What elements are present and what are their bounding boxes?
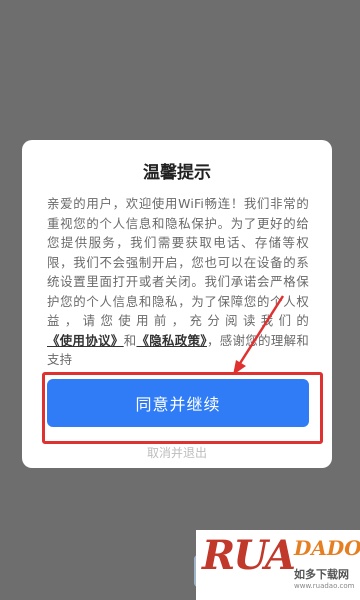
permission-dialog: 温馨提示 亲爱的用户，欢迎使用WiFi畅连！我们非常的重视您的个人信息和隐私保护… xyxy=(22,140,332,468)
privacy-link[interactable]: 《隐私政策》 xyxy=(136,333,206,348)
body-text-part1: 亲爱的用户，欢迎使用WiFi畅连！我们非常的重视您的个人信息和隐私保护。为了更好… xyxy=(47,196,309,328)
terms-link[interactable]: 《使用协议》 xyxy=(47,333,124,348)
cancel-exit-link[interactable]: 取消并退出 xyxy=(22,444,332,461)
watermark-site-name: 如多下载网 xyxy=(294,568,349,581)
agree-continue-button[interactable]: 同意并继续 xyxy=(47,379,309,427)
dialog-title: 温馨提示 xyxy=(143,163,211,183)
dialog-body: 亲爱的用户，欢迎使用WiFi畅连！我们非常的重视您的个人信息和隐私保护。为了更好… xyxy=(47,194,309,370)
and-text: 和 xyxy=(123,332,137,348)
watermark-logo-small: DADO xyxy=(294,536,360,560)
site-watermark: RUA DADO 如多下载网 www.ruadao.com xyxy=(196,530,360,600)
watermark-logo-big: RUA xyxy=(202,532,296,579)
watermark-url: www.ruadao.com xyxy=(294,582,355,590)
